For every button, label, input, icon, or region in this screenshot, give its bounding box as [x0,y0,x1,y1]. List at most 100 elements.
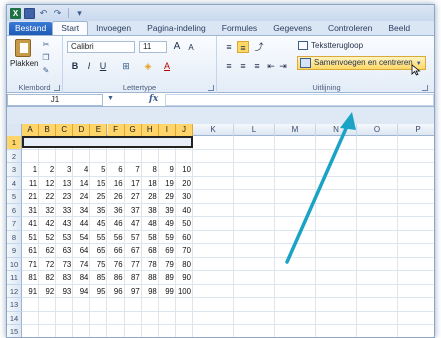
paste-button[interactable]: Plakken [10,39,38,79]
cell-l6[interactable] [234,203,275,217]
column-header-o[interactable]: O [357,124,398,136]
column-header-p[interactable]: P [398,124,434,136]
cell-m1[interactable] [275,136,316,150]
cell-j11[interactable]: 90 [175,271,193,285]
row-header-1[interactable]: 1 [7,136,22,150]
column-header-l[interactable]: L [234,124,275,136]
cell-b9[interactable]: 62 [39,244,57,258]
cell-l8[interactable] [234,230,275,244]
cell-f13[interactable] [107,298,125,312]
cell-m11[interactable] [275,271,316,285]
tab-formules[interactable]: Formules [214,22,265,35]
cell-p6[interactable] [398,204,434,217]
cell-a12[interactable]: 91 [22,284,40,298]
cell-p5[interactable] [398,190,434,204]
cell-d12[interactable]: 94 [73,284,91,298]
underline-button[interactable]: U [97,60,109,72]
cell-f4[interactable]: 16 [107,176,125,190]
tab-invoegen[interactable]: Invoegen [88,22,139,35]
save-icon[interactable] [24,7,35,19]
decrease-indent-icon[interactable]: ⇤ [265,60,277,72]
cell-m14[interactable] [275,311,316,325]
cell-j8[interactable]: 60 [175,230,193,244]
cell-f8[interactable]: 56 [107,230,125,244]
cell-j6[interactable]: 40 [175,203,193,217]
row-header-11[interactable]: 11 [7,271,22,285]
row-header-12[interactable]: 12 [7,284,22,298]
cell-m4[interactable] [275,176,316,190]
cell-d11[interactable]: 84 [73,271,91,285]
cell-p14[interactable] [398,312,434,325]
cell-c14[interactable] [56,311,74,325]
cell-p4[interactable] [398,177,434,190]
cell-h13[interactable] [141,298,159,312]
cell-m13[interactable] [275,298,316,312]
cell-d10[interactable]: 74 [73,257,91,271]
bold-button[interactable]: B [69,60,81,72]
cell-l12[interactable] [234,284,275,298]
cell-m5[interactable] [275,190,316,204]
tab-bestand[interactable]: Bestand [9,22,53,35]
cell-b11[interactable]: 82 [39,271,57,285]
row-header-8[interactable]: 8 [7,230,22,244]
cell-e14[interactable] [90,311,108,325]
cell-a2[interactable] [22,149,40,163]
cell-k13[interactable] [193,298,234,312]
cell-g5[interactable]: 27 [124,190,142,204]
customize-quick-access-icon[interactable]: ▾ [74,8,85,19]
font-name-input[interactable]: Calibri [67,41,135,53]
row-header-7[interactable]: 7 [7,217,22,231]
cell-h2[interactable] [141,149,159,163]
select-all-corner[interactable] [7,124,22,136]
row-header-13[interactable]: 13 [7,298,22,312]
wrap-text-button[interactable]: Tekstterugloop [297,40,363,52]
cell-b6[interactable]: 32 [39,203,57,217]
cell-m10[interactable] [275,257,316,271]
tab-controleren[interactable]: Controleren [320,22,380,35]
formula-input[interactable] [165,94,434,106]
cell-o5[interactable] [357,190,398,204]
cell-g3[interactable]: 7 [124,163,142,177]
cell-b12[interactable]: 92 [39,284,57,298]
cell-e8[interactable]: 55 [90,230,108,244]
cell-c11[interactable]: 83 [56,271,74,285]
cell-i5[interactable]: 29 [158,190,176,204]
column-header-d[interactable]: D [73,124,91,136]
cell-o4[interactable] [357,176,398,190]
cell-a6[interactable]: 31 [22,203,40,217]
cell-p15[interactable] [398,325,434,337]
cell-k7[interactable] [193,217,234,231]
cell-p7[interactable] [398,217,434,231]
merge-and-center-button[interactable]: Samenvoegen en centreren ▼ [297,56,426,70]
cell-l9[interactable] [234,244,275,258]
cell-c15[interactable] [56,325,74,337]
cell-i12[interactable]: 99 [158,284,176,298]
cell-n2[interactable] [316,149,357,163]
cell-k2[interactable] [193,149,234,163]
cell-l13[interactable] [234,298,275,312]
cell-j12[interactable]: 100 [175,284,193,298]
cell-b8[interactable]: 52 [39,230,57,244]
cell-f6[interactable]: 36 [107,203,125,217]
cell-n1[interactable] [316,136,357,150]
cell-p1[interactable] [398,136,434,150]
cell-m3[interactable] [275,163,316,177]
cell-j3[interactable]: 10 [175,163,193,177]
cell-i15[interactable] [159,325,176,337]
cell-g11[interactable]: 87 [124,271,142,285]
cell-e3[interactable]: 5 [90,163,108,177]
tab-gegevens[interactable]: Gegevens [265,22,320,35]
cell-c7[interactable]: 43 [56,217,74,231]
cell-o7[interactable] [357,217,398,231]
tab-pagina-indeling[interactable]: Pagina-indeling [139,22,214,35]
cell-a9[interactable]: 61 [22,244,40,258]
cell-m8[interactable] [275,230,316,244]
cell-c8[interactable]: 53 [56,230,74,244]
cell-o6[interactable] [357,203,398,217]
align-top-icon[interactable]: ≡ [223,41,235,53]
cell-o12[interactable] [357,284,398,298]
cell-m12[interactable] [275,284,316,298]
cell-i6[interactable]: 39 [158,203,176,217]
align-right-icon[interactable]: ≡ [251,60,263,72]
cell-e5[interactable]: 25 [90,190,108,204]
